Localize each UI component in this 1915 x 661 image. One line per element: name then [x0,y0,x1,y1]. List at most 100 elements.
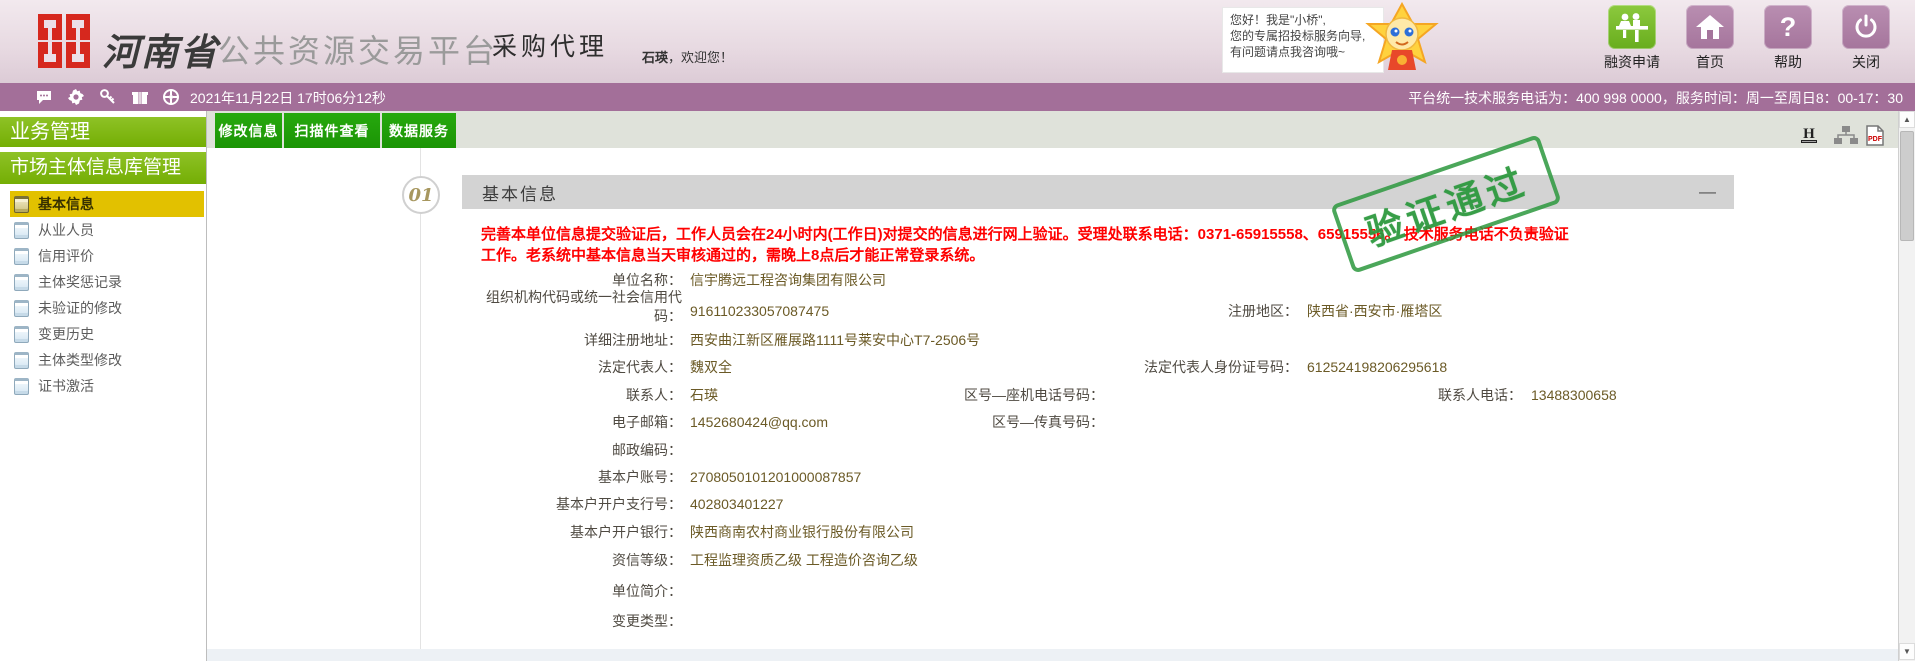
service-hotline-info: 平台统一技术服务电话为：400 998 0000，服务时间：周一至周日8：00-… [1408,90,1903,106]
finance-apply-button[interactable]: 融资申请 [1601,5,1663,72]
sidebar-section-market-subject[interactable]: 市场主体信息库管理 [0,152,206,184]
scan-view-button[interactable]: 扫描件查看 [284,113,380,148]
legal-rep-id-label: 法定代表人身份证号码： [1144,359,1298,375]
sidebar-item-label: 未验证的修改 [38,300,122,316]
close-button[interactable]: 关闭 [1835,5,1897,72]
role-title: 采购代理 [492,33,609,61]
warning-line-2: 工作。老系统中基本信息当天审核通过的，需晚上8点后才能正常登录系统。 [481,247,985,264]
collapse-icon[interactable]: — [1699,182,1716,202]
welcome-username: 石瑛 [642,50,669,65]
bank-account-label: 基本户账号： [598,469,682,485]
welcome-suffix: ，欢迎您！ [668,50,734,65]
sidebar-item-subject-type-change[interactable]: 主体类型修改 [10,347,204,373]
history-icon[interactable]: H [1798,125,1820,145]
contact-value: 石瑛 [690,387,718,403]
vertical-scrollbar[interactable]: ▲ ▼ [1898,111,1915,661]
notepad-icon [14,247,29,265]
home-label: 首页 [1696,54,1724,70]
page-bottom-strip [207,649,1898,661]
help-label: 帮助 [1774,54,1802,70]
sidebar-item-basic-info[interactable]: 基本信息 [10,191,204,217]
postcode-label: 邮政编码： [612,442,682,458]
content-toolbar [207,111,1898,148]
reg-region-label: 注册地区： [1228,303,1298,319]
assistant-line-2: 您的专属招投标服务向导, [1230,29,1366,43]
landline-label: 区号—座机电话号码： [964,387,1104,403]
sidebar-item-change-history[interactable]: 变更历史 [10,321,204,347]
brand-province: 河南省 [102,32,219,73]
sidebar-item-reward-punishment[interactable]: 主体奖惩记录 [10,269,204,295]
credit-code-label: 组织机构代码或统一社会信用代码： [486,289,682,324]
home-icon [1686,5,1734,49]
henan-platform-logo [38,14,90,68]
power-icon [1842,5,1890,49]
legal-rep-label: 法定代表人： [598,359,682,375]
gear-icon[interactable] [68,89,84,105]
finance-people-icon [1608,5,1656,49]
pdf-icon[interactable]: PDF [1866,125,1884,146]
data-service-button[interactable]: 数据服务 [382,113,456,148]
app-window: 河南省 公共资源交易平台 采购代理 石瑛，欢迎您！ 您好！我是"小桥", 您的专… [0,0,1915,661]
contact-label: 联系人： [626,387,682,403]
sidebar-item-label: 信用评价 [38,248,94,264]
legal-rep-value: 魏双全 [690,359,732,375]
sidebar-item-label: 主体类型修改 [38,352,122,368]
close-label: 关闭 [1852,54,1880,70]
bank-account-value: 2708050101201000087857 [690,469,862,485]
sidebar-item-certificate-activation[interactable]: 证书激活 [10,373,204,399]
assistant-line-1: 您好！我是"小桥", [1230,13,1326,27]
sidebar-item-label: 基本信息 [38,196,94,212]
notepad-icon [14,195,29,213]
header: 河南省 公共资源交易平台 采购代理 石瑛，欢迎您！ 您好！我是"小桥", 您的专… [0,0,1915,83]
assistant-line-3: 有问题请点我咨询哦~ [1230,45,1346,59]
sidebar-item-unverified-changes[interactable]: 未验证的修改 [10,295,204,321]
sidebar-item-credit-evaluation[interactable]: 信用评价 [10,243,204,269]
notepad-icon [14,221,29,239]
email-label: 电子邮箱： [612,414,682,430]
notepad-icon [14,351,29,369]
profile-label: 单位简介： [612,583,682,599]
scroll-up-arrow[interactable]: ▲ [1899,111,1915,128]
reg-region-value: 陕西省·西安市·雁塔区 [1307,303,1443,319]
notepad-icon [14,325,29,343]
wheel-icon[interactable] [163,89,179,105]
welcome-text: 石瑛，欢迎您！ [642,47,733,66]
help-button[interactable]: ? 帮助 [1757,5,1819,72]
bank-branch-no-label: 基本户开户支行号： [556,496,682,512]
sidebar-item-label: 从业人员 [38,222,94,238]
credit-rating-value: 工程监理资质乙级 工程造价咨询乙级 [690,552,918,568]
change-type-label: 变更类型： [612,613,682,629]
contact-phone-value: 13488300658 [1531,387,1617,403]
verification-warning: 完善本单位信息提交验证后，工作人员会在24小时内(工作日)对提交的信息进行网上验… [481,224,1731,266]
contact-phone-label: 联系人电话： [1438,387,1522,403]
section-title: 基本信息 [482,184,558,204]
sidebar-section-business[interactable]: 业务管理 [0,117,206,147]
reg-address-label: 详细注册地址： [584,332,682,348]
finance-apply-label: 融资申请 [1604,54,1660,70]
bank-branch-no-value: 402803401227 [690,496,784,512]
scroll-down-arrow[interactable]: ▼ [1899,643,1915,660]
reg-address-value: 西安曲江新区雁展路1111号莱安中心T7-2506号 [690,332,981,348]
fax-label: 区号—传真号码： [992,414,1104,430]
svg-text:H: H [1803,126,1815,142]
header-nav-buttons: 融资申请 首页 ? 帮助 关闭 [1601,5,1897,72]
current-datetime: 2021年11月22日 17时06分12秒 [190,90,386,106]
key-icon[interactable] [100,89,116,105]
email-value: 1452680424@qq.com [690,414,828,430]
edit-info-button[interactable]: 修改信息 [215,113,282,148]
gift-icon[interactable] [132,89,148,105]
credit-rating-label: 资信等级： [612,552,682,568]
question-icon: ? [1764,5,1812,49]
warning-line-1: 完善本单位信息提交验证后，工作人员会在24小时内(工作日)对提交的信息进行网上验… [481,226,1569,243]
home-button[interactable]: 首页 [1679,5,1741,72]
unit-name-value: 信宇腾远工程咨询集团有限公司 [690,272,886,288]
bank-name-value: 陕西商南农村商业银行股份有限公司 [690,524,914,540]
sidebar-item-label: 变更历史 [38,326,94,342]
sidebar-item-employees[interactable]: 从业人员 [10,217,204,243]
assistant-mascot-star[interactable] [1356,2,1448,72]
notepad-icon [14,299,29,317]
svg-text:PDF: PDF [1868,136,1883,143]
message-icon[interactable] [36,89,52,105]
scrollbar-thumb[interactable] [1900,131,1914,241]
sitemap-icon[interactable] [1834,125,1858,145]
